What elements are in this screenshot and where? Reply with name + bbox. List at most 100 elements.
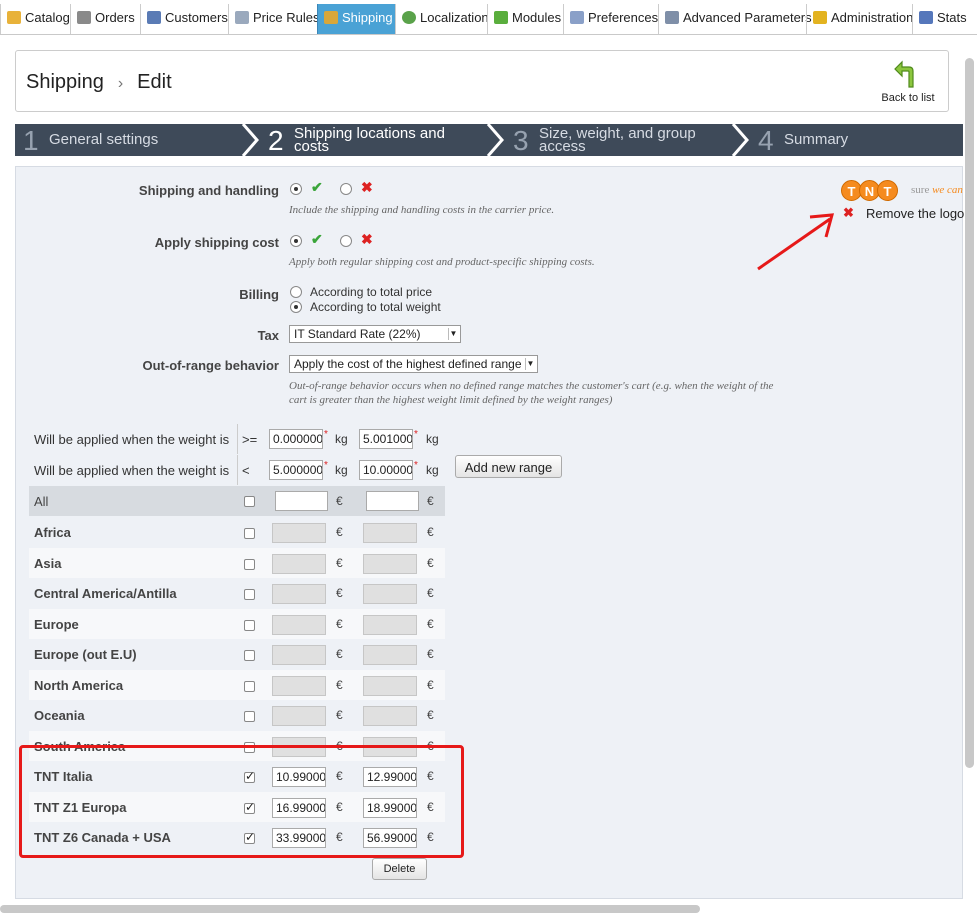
tax-select[interactable]: IT Standard Rate (22%) ▼ [289, 325, 461, 343]
currency-symbol: € [427, 525, 434, 539]
tab-localization[interactable]: Localization [395, 4, 489, 34]
step-size-weight-group[interactable]: 3 Size, weight, and group access [505, 124, 733, 156]
add-new-range-button[interactable]: Add new range [455, 455, 562, 478]
currency-symbol: € [427, 555, 434, 570]
step-label: Size, weight, and group access [539, 125, 696, 155]
range-sup-input-1[interactable]: 5.000000 [269, 460, 323, 480]
unit-kg: kg [335, 463, 348, 477]
apply-cost-no-radio[interactable] [340, 235, 352, 247]
zone-name: North America [34, 677, 124, 693]
currency-symbol: € [427, 586, 434, 600]
divider [237, 424, 238, 454]
zone-price-input-1[interactable] [272, 584, 326, 604]
tab-label: Modules [512, 10, 562, 25]
zone-price-input-2[interactable] [363, 706, 417, 726]
carrier-logo: TNT sure we can [841, 180, 963, 204]
tab-label: Stats [937, 10, 967, 25]
apply-cost-yes-radio[interactable] [290, 235, 302, 247]
zone-price-input-2[interactable] [363, 675, 417, 696]
apply-shipping-cost-label: Apply shipping cost [154, 235, 279, 250]
unit-kg: kg [426, 463, 439, 477]
currency-symbol: € [427, 647, 434, 661]
range-condition-label: Will be applied when the weight is [34, 432, 230, 447]
zone-checkbox[interactable] [244, 680, 255, 692]
zone-price-input-1[interactable] [272, 645, 326, 665]
required-marker: * [414, 460, 418, 471]
tab-catalog[interactable]: Catalog [0, 4, 70, 34]
vertical-scrollbar[interactable] [965, 58, 974, 768]
zone-price-input-1[interactable] [272, 675, 326, 696]
wizard-steps: 1 General settings 2 Shipping locations an… [15, 124, 963, 156]
required-marker: * [324, 429, 328, 440]
zone-price-input-2[interactable] [363, 614, 417, 635]
tab-administration[interactable]: Administration [806, 4, 913, 34]
zone-name: Asia [34, 555, 62, 571]
tab-label: Preferences [588, 10, 659, 25]
shipping-handling-yes-radio[interactable] [290, 183, 302, 195]
zone-price-input-2[interactable] [363, 584, 417, 604]
zone-checkbox[interactable] [244, 528, 255, 539]
tab-modules[interactable]: Modules [487, 4, 563, 34]
shipping-handling-help: Include the shipping and handling costs … [289, 204, 555, 216]
zone-checkbox[interactable] [244, 558, 255, 570]
tnt-logo-letter: T [877, 180, 898, 201]
currency-symbol: € [336, 494, 343, 508]
zone-all-input-2[interactable] [366, 491, 419, 511]
shipping-handling-no-radio[interactable] [340, 183, 352, 195]
tab-customers[interactable]: Customers [140, 4, 228, 34]
breadcrumb: Shipping › Edit [26, 71, 172, 94]
billing-total-price-radio[interactable] [290, 286, 302, 298]
currency-symbol: € [427, 708, 434, 722]
zone-checkbox[interactable] [244, 650, 255, 661]
step-label: Summary [784, 131, 849, 148]
tab-price-rules[interactable]: Price Rules [228, 4, 319, 34]
zone-checkbox[interactable] [244, 619, 255, 631]
tab-shipping[interactable]: Shipping [317, 4, 395, 34]
out-of-range-help: Out-of-range behavior occurs when no def… [289, 380, 774, 406]
step-shipping-locations[interactable]: 2 Shipping locations and costs [260, 124, 488, 156]
logo-tagline: sure we can [911, 184, 963, 196]
zone-price-input-2[interactable] [363, 553, 417, 574]
back-to-list-button[interactable]: Back to list [878, 59, 938, 104]
currency-symbol: € [427, 677, 434, 692]
step-label: General settings [49, 131, 159, 148]
truck-icon [324, 11, 338, 24]
range-sup-input-2[interactable]: 10.000000 [359, 460, 413, 480]
horizontal-scrollbar[interactable] [0, 905, 700, 913]
range-operator-lt: < [242, 463, 250, 478]
zone-checkbox[interactable] [244, 589, 255, 600]
tab-stats[interactable]: Stats [912, 4, 977, 34]
zone-all-checkbox[interactable] [244, 496, 255, 507]
zone-price-input-1[interactable] [272, 553, 326, 574]
step-summary[interactable]: 4 Summary [750, 124, 963, 156]
tab-preferences[interactable]: Preferences [563, 4, 659, 34]
billing-total-weight-radio[interactable] [290, 301, 302, 313]
range-inf-input-1[interactable]: 0.000000 [269, 429, 323, 449]
step-general-settings[interactable]: 1 General settings [15, 124, 243, 156]
currency-symbol: € [336, 677, 343, 692]
out-of-range-select[interactable]: Apply the cost of the highest defined ra… [289, 355, 538, 373]
zone-checkbox[interactable] [244, 711, 255, 722]
remove-logo-link[interactable]: Remove the logo [866, 206, 964, 221]
checkmark-icon: ✔ [311, 179, 323, 195]
zone-price-input-1[interactable] [272, 614, 326, 635]
delete-button[interactable]: Delete [372, 858, 427, 880]
puzzle-icon [494, 11, 508, 24]
preferences-icon [570, 11, 584, 24]
zone-name: Oceania [34, 708, 85, 723]
unit-kg: kg [426, 432, 439, 446]
zone-price-input-2[interactable] [363, 523, 417, 543]
zone-price-input-1[interactable] [272, 706, 326, 726]
wrench-icon [665, 11, 679, 24]
breadcrumb-section[interactable]: Shipping [26, 71, 104, 93]
billing-label: Billing [239, 287, 279, 302]
remove-logo-icon[interactable]: ✖ [843, 205, 854, 221]
zone-price-input-2[interactable] [363, 645, 417, 665]
zone-name: Europe [34, 616, 79, 632]
range-inf-input-2[interactable]: 5.001000 [359, 429, 413, 449]
tab-orders[interactable]: Orders [70, 4, 140, 34]
zone-all-input-1[interactable] [275, 491, 328, 511]
zone-price-input-1[interactable] [272, 523, 326, 543]
globe-icon [402, 11, 416, 24]
tab-advanced-parameters[interactable]: Advanced Parameters [658, 4, 812, 34]
